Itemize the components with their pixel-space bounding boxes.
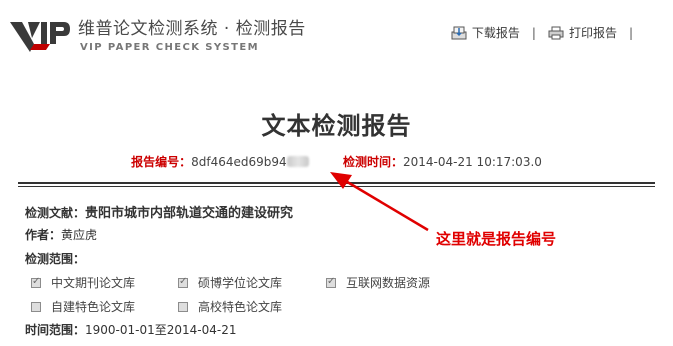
annotation-arrow-icon: [330, 172, 429, 232]
annotation-text: 这里就是报告编号: [436, 230, 557, 248]
